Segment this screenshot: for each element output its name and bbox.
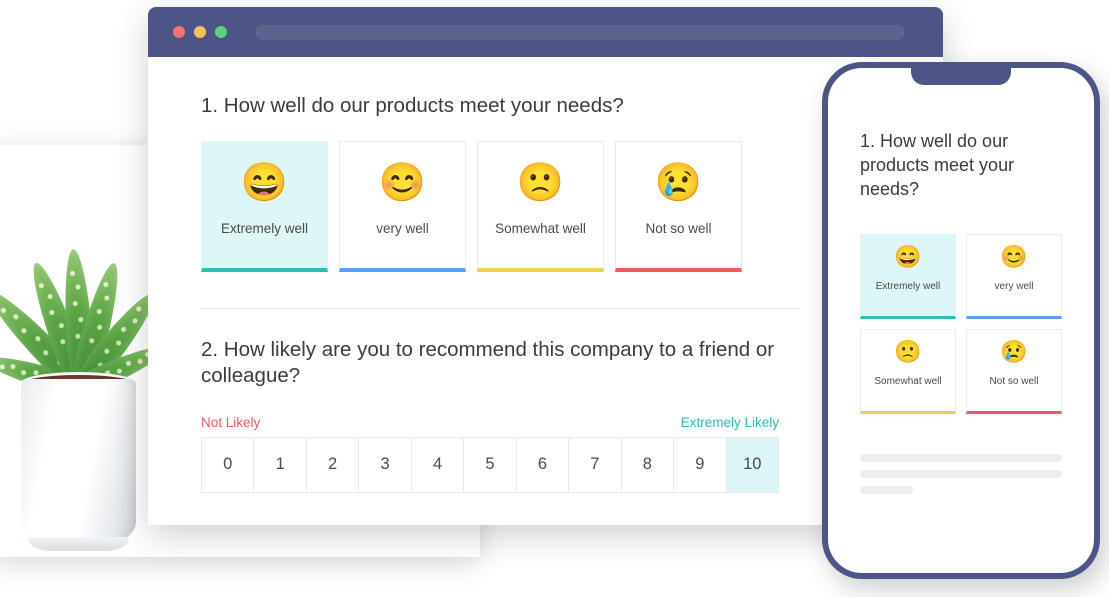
phone-option-label: very well	[994, 280, 1034, 292]
nps-cell-1[interactable]: 1	[254, 437, 307, 492]
grinning-face-with-smiling-eyes-icon: 😄	[240, 162, 289, 205]
placeholder-bar	[860, 469, 1062, 478]
maximize-window-icon[interactable]	[215, 26, 227, 38]
slightly-frowning-face-icon: 🙁	[516, 162, 565, 205]
phone-screen: 1. How well do our products meet your ne…	[828, 68, 1094, 494]
placeholder-bar	[860, 453, 1062, 462]
crying-face-icon: 😢	[654, 162, 703, 205]
question-2-title: 2. How likely are you to recommend this …	[201, 338, 775, 388]
nps-cell-7[interactable]: 7	[569, 437, 622, 492]
nps-cell-0[interactable]: 0	[202, 437, 255, 492]
nps-cell-6[interactable]: 6	[517, 437, 570, 492]
option-card-very-well[interactable]: 😊 very well	[339, 141, 466, 273]
grinning-face-with-smiling-eyes-icon: 😄	[894, 243, 922, 269]
phone-option-label: Not so well	[989, 375, 1039, 387]
phone-option-label: Extremely well	[875, 280, 941, 292]
phone-content-placeholder	[852, 453, 1070, 494]
nps-cell-3[interactable]: 3	[359, 437, 412, 492]
phone-option-grid: 😄 Extremely well 😊 very well 🙁 Somewhat …	[852, 233, 1070, 414]
nps-cell-5[interactable]: 5	[464, 437, 517, 492]
nps-cell-4[interactable]: 4	[412, 437, 465, 492]
option-label: very well	[376, 221, 429, 237]
phone-notch	[911, 68, 1011, 85]
option-card-not-so-well[interactable]: 😢 Not so well	[615, 141, 742, 273]
phone-question-title: 1. How well do our products meet your ne…	[860, 131, 1015, 199]
smiling-face-with-smiling-eyes-icon: 😊	[378, 162, 427, 205]
option-label: Extremely well	[220, 221, 309, 237]
question-2-block: 2. How likely are you to recommend this …	[201, 337, 895, 493]
browser-titlebar	[148, 7, 943, 57]
phone-mockup: 1. How well do our products meet your ne…	[822, 62, 1100, 579]
nps-scale: 0 1 2 3 4 5 6 7 8 9 10	[201, 436, 779, 493]
phone-option-card-somewhat-well[interactable]: 🙁 Somewhat well	[860, 328, 956, 414]
nps-cell-10[interactable]: 10	[726, 437, 778, 492]
question-1-title: 1. How well do our products meet your ne…	[201, 94, 624, 117]
option-label: Somewhat well	[495, 221, 586, 237]
nps-cell-9[interactable]: 9	[674, 437, 727, 492]
pot-base	[28, 537, 129, 551]
placeholder-bar	[860, 485, 913, 494]
window-controls	[173, 26, 227, 38]
nps-scale-labels: Not Likely Extremely Likely	[201, 415, 779, 430]
crying-face-icon: 😢	[1000, 338, 1028, 364]
question-1-options: 😄 Extremely well 😊 very well 🙁 Somewhat …	[201, 141, 895, 273]
nps-low-label: Not Likely	[201, 414, 261, 430]
address-bar[interactable]	[255, 24, 905, 40]
screenshot-stage: 1. How well do our products meet your ne…	[0, 0, 1109, 597]
option-label: Not so well	[645, 221, 712, 237]
minimize-window-icon[interactable]	[194, 26, 206, 38]
option-card-somewhat-well[interactable]: 🙁 Somewhat well	[477, 141, 604, 273]
phone-option-label: Somewhat well	[874, 375, 942, 387]
phone-option-card-very-well[interactable]: 😊 very well	[966, 233, 1062, 319]
phone-option-card-extremely-well[interactable]: 😄 Extremely well	[860, 233, 956, 319]
slightly-frowning-face-icon: 🙁	[894, 338, 922, 364]
close-window-icon[interactable]	[173, 26, 185, 38]
phone-option-card-not-so-well[interactable]: 😢 Not so well	[966, 328, 1062, 414]
nps-cell-2[interactable]: 2	[307, 437, 360, 492]
section-divider	[201, 308, 801, 310]
smiling-face-with-smiling-eyes-icon: 😊	[1000, 243, 1028, 269]
nps-cell-8[interactable]: 8	[622, 437, 675, 492]
white-plant-pot	[21, 379, 136, 547]
potted-aloe-plant-image	[0, 207, 170, 553]
option-card-extremely-well[interactable]: 😄 Extremely well	[201, 141, 328, 273]
nps-high-label: Extremely Likely	[680, 414, 779, 430]
